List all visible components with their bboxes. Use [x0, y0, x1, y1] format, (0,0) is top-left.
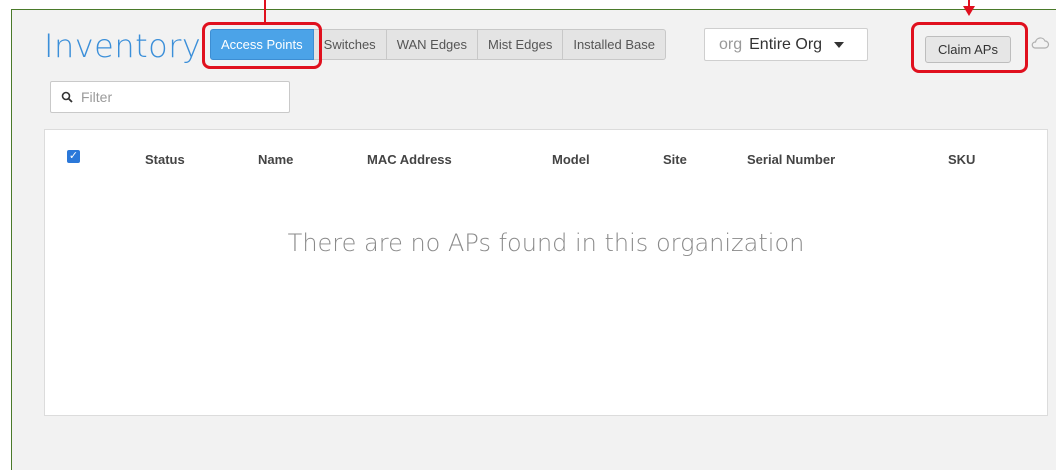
tab-mist-edges[interactable]: Mist Edges: [478, 29, 564, 60]
select-all-checkbox[interactable]: ✓: [67, 150, 80, 163]
tab-switches[interactable]: Switches: [313, 29, 387, 60]
column-header-model[interactable]: Model: [552, 152, 590, 167]
caret-down-icon: [834, 41, 845, 48]
inventory-table: ✓ Status Name MAC Address Model Site Ser…: [44, 129, 1048, 416]
tab-installed-base[interactable]: Installed Base: [563, 29, 666, 60]
column-header-sku[interactable]: SKU: [948, 152, 975, 167]
column-header-site[interactable]: Site: [663, 152, 687, 167]
tab-wan-edges[interactable]: WAN Edges: [386, 29, 479, 60]
column-header-serial-number[interactable]: Serial Number: [747, 152, 835, 167]
column-header-name[interactable]: Name: [258, 152, 293, 167]
search-icon: [61, 91, 73, 103]
org-selector[interactable]: org Entire Org: [704, 28, 868, 61]
filter-input[interactable]: [79, 88, 273, 106]
cloud-icon[interactable]: [1030, 36, 1050, 50]
highlight-access-points: [202, 22, 322, 69]
page-title: Inventory: [44, 27, 202, 65]
highlight-claim-aps: [911, 22, 1028, 73]
org-selector-value: Entire Org: [749, 35, 823, 53]
filter-field[interactable]: [50, 81, 290, 113]
annotation-arrowhead-claim: [963, 6, 975, 16]
empty-state-message: There are no APs found in this organizat…: [287, 229, 805, 257]
table-header: ✓ Status Name MAC Address Model Site Ser…: [45, 150, 1047, 170]
org-prefix: org: [719, 35, 743, 53]
column-header-mac-address[interactable]: MAC Address: [367, 152, 452, 167]
column-header-status[interactable]: Status: [145, 152, 185, 167]
annotation-arrow-tabs: [264, 0, 266, 22]
